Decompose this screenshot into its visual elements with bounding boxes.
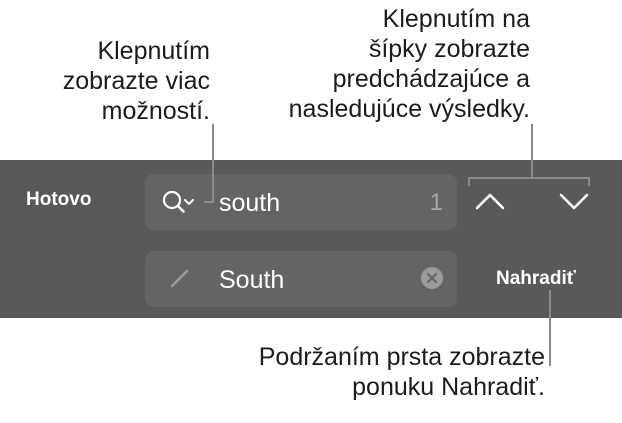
callout-line: zobrazte viac [62,67,210,95]
callout-line: možností. [101,97,210,125]
replace-field[interactable]: South [145,251,457,307]
replace-input[interactable]: South [219,265,284,295]
bracket-line [468,177,470,186]
callout-line: predchádzajúce a [332,65,530,93]
callout-line: Klepnutím na [382,5,530,33]
chevron-down-icon [559,193,589,210]
replace-button[interactable]: Nahradiť [496,266,576,292]
next-result-button[interactable] [554,186,594,216]
callout-more-options: Klepnutím zobrazte viac možností. [63,36,210,126]
callout-replace-menu: Podržaním prsta zobrazte ponuku Nahradiť… [259,342,545,402]
previous-result-button[interactable] [470,186,510,216]
done-button[interactable]: Hotovo [26,187,91,213]
callout-arrows: Klepnutím na šípky zobrazte predchádzajú… [289,4,530,124]
callout-line: nasledujúce výsledky. [288,95,530,123]
leader-line [204,201,214,203]
bracket-line [588,177,590,186]
pencil-icon [167,265,193,291]
leader-line [531,124,533,178]
leader-line [549,290,551,366]
search-input[interactable]: south [219,188,280,218]
search-field[interactable]: south 1 [145,174,457,230]
bracket-line [468,177,590,179]
callout-line: Podržaním prsta zobrazte [258,343,545,371]
clear-icon[interactable] [419,265,445,291]
leader-line [212,124,214,202]
callout-line: ponuku Nahradiť. [352,373,545,401]
callout-line: Klepnutím [97,37,210,65]
search-options-icon[interactable] [160,187,204,217]
callout-line: šípky zobrazte [368,35,530,63]
match-count: 1 [429,189,443,216]
chevron-up-icon [475,193,505,210]
